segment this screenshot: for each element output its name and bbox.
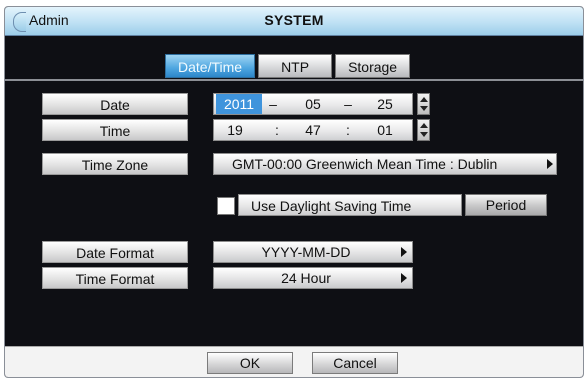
time-label: Time — [42, 119, 188, 141]
date-day[interactable]: 25 — [372, 94, 398, 114]
arrow-right-icon — [547, 159, 553, 169]
arrow-up-icon[interactable] — [420, 97, 428, 102]
time-minute[interactable]: 47 — [300, 120, 326, 140]
system-dialog: Admin SYSTEM Date/Time NTP Storage Date … — [4, 6, 584, 378]
date-label: Date — [42, 93, 188, 115]
arrow-down-icon[interactable] — [420, 106, 428, 111]
time-format-label: Time Format — [42, 267, 188, 289]
date-field[interactable]: 2011 – 05 – 25 — [213, 93, 413, 115]
time-separator: : — [275, 122, 279, 138]
tab-divider — [5, 79, 583, 81]
date-format-label: Date Format — [42, 241, 188, 263]
arrow-right-icon — [401, 273, 407, 283]
time-zone-select[interactable]: GMT-00:00 Greenwich Mean Time : Dublin — [213, 153, 557, 175]
time-second[interactable]: 01 — [372, 120, 398, 140]
date-spinner[interactable] — [417, 93, 430, 115]
title-bar: Admin SYSTEM — [5, 7, 583, 36]
date-year[interactable]: 2011 — [216, 94, 262, 114]
date-format-value: YYYY-MM-DD — [261, 244, 351, 260]
tab-ntp[interactable]: NTP — [258, 54, 333, 78]
cancel-button[interactable]: Cancel — [312, 352, 398, 374]
tab-storage[interactable]: Storage — [335, 54, 411, 78]
period-button[interactable]: Period — [465, 194, 547, 216]
arrow-up-icon[interactable] — [420, 123, 428, 128]
time-hour[interactable]: 19 — [220, 120, 250, 140]
dialog-title: SYSTEM — [264, 12, 324, 28]
time-format-value: 24 Hour — [281, 270, 331, 286]
time-separator: : — [346, 122, 350, 138]
dialog-footer — [5, 346, 583, 377]
dst-label[interactable]: Use Daylight Saving Time — [238, 194, 462, 216]
dst-checkbox[interactable] — [217, 197, 235, 215]
date-separator: – — [344, 96, 352, 112]
time-zone-value: GMT-00:00 Greenwich Mean Time : Dublin — [232, 156, 498, 172]
arrow-right-icon — [401, 247, 407, 257]
time-zone-label: Time Zone — [42, 153, 188, 175]
date-month[interactable]: 05 — [300, 94, 326, 114]
time-format-select[interactable]: 24 Hour — [213, 267, 413, 289]
date-separator: – — [269, 96, 277, 112]
time-spinner[interactable] — [417, 119, 430, 141]
arrow-down-icon[interactable] — [420, 132, 428, 137]
ok-button[interactable]: OK — [207, 352, 293, 374]
time-field[interactable]: 19 : 47 : 01 — [213, 119, 413, 141]
tab-date-time[interactable]: Date/Time — [165, 54, 256, 78]
tab-bar: Date/Time NTP Storage — [165, 54, 411, 80]
date-format-select[interactable]: YYYY-MM-DD — [213, 241, 413, 263]
